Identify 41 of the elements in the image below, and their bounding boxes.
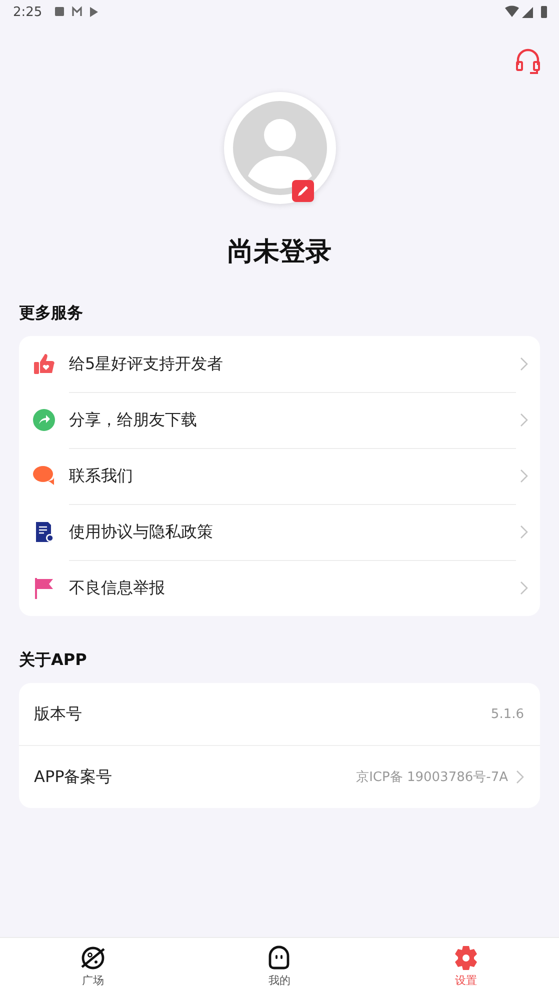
ghost-icon — [267, 945, 292, 971]
edit-icon[interactable] — [292, 180, 314, 202]
chevron-icon — [516, 770, 524, 784]
menu-label: 使用协议与隐私政策 — [69, 522, 214, 542]
menu-item[interactable]: 分享，给朋友下载 — [19, 392, 540, 448]
document-icon — [33, 521, 55, 543]
chat-icon — [33, 465, 55, 487]
tab[interactable]: 我的 — [186, 938, 373, 995]
info-row[interactable]: APP备案号 京ICP备 19003786号-7A — [19, 745, 540, 808]
thumbs-up-icon — [33, 353, 55, 375]
planet-icon — [80, 945, 106, 971]
info-row[interactable]: 版本号 5.1.6 — [19, 683, 540, 745]
menu-item[interactable]: 给5星好评支持开发者 — [19, 336, 540, 392]
info-label: 版本号 — [34, 704, 82, 724]
chevron-icon — [520, 525, 528, 539]
status-icons — [505, 5, 549, 19]
menu-label: 给5星好评支持开发者 — [69, 354, 224, 374]
info-value: 京ICP备 19003786号-7A — [356, 769, 508, 786]
share-icon — [33, 409, 55, 431]
status-time: 2:25 — [13, 4, 42, 20]
menu-item[interactable]: 使用协议与隐私政策 — [19, 504, 540, 560]
chevron-icon — [520, 413, 528, 427]
headset-icon[interactable] — [515, 48, 541, 76]
avatar[interactable] — [224, 92, 336, 204]
flag-icon — [33, 577, 55, 599]
info-label: APP备案号 — [34, 766, 112, 788]
chevron-icon — [520, 469, 528, 483]
info-value: 5.1.6 — [490, 706, 524, 722]
user-name: 尚未登录 — [226, 236, 332, 269]
chevron-icon — [520, 581, 528, 595]
tab[interactable]: 广场 — [0, 938, 186, 995]
menu-label: 分享，给朋友下载 — [69, 410, 198, 430]
gear-icon — [452, 945, 479, 971]
menu-label: 不良信息举报 — [69, 578, 166, 598]
menu-label: 联系我们 — [69, 466, 134, 486]
menu-item[interactable]: 联系我们 — [19, 448, 540, 504]
chevron-icon — [520, 357, 528, 371]
section-title: 关于APP — [19, 650, 88, 671]
section-title: 更多服务 — [19, 303, 84, 324]
menu-item[interactable]: 不良信息举报 — [19, 560, 540, 616]
tab[interactable]: 设置 — [372, 938, 559, 995]
